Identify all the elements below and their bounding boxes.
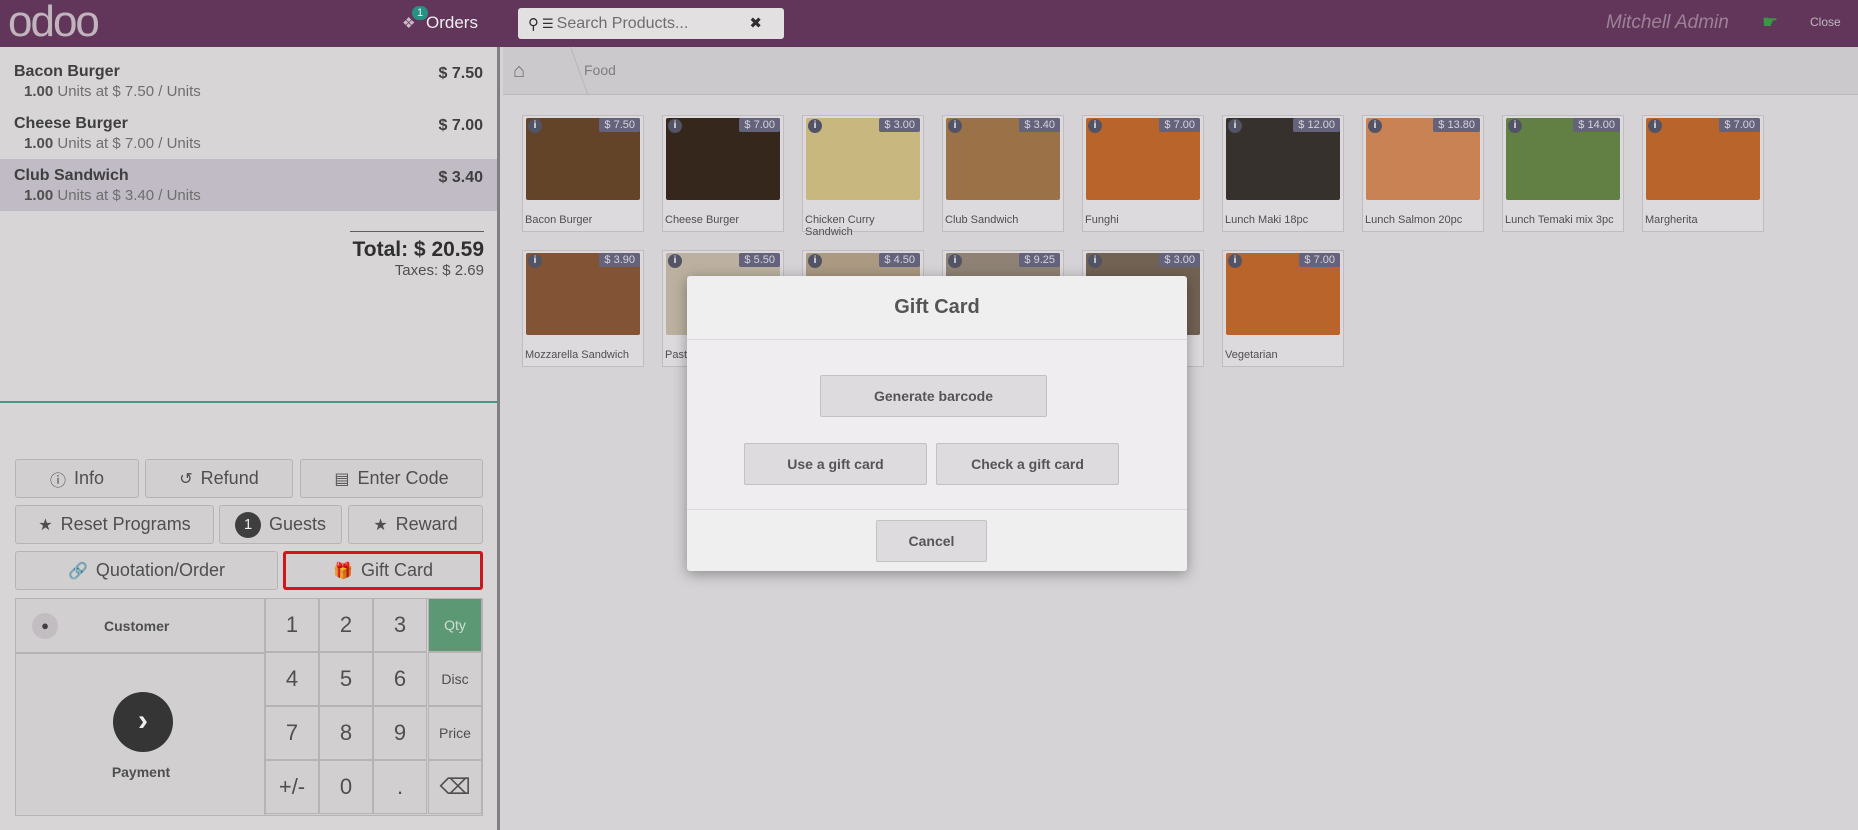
use-gift-card-button[interactable]: Use a gift card: [744, 443, 927, 485]
gift-card-dialog: Gift Card Generate barcode Use a gift ca…: [687, 276, 1187, 571]
dialog-body: Generate barcode Use a gift card Check a…: [687, 340, 1187, 510]
generate-barcode-button[interactable]: Generate barcode: [820, 375, 1047, 417]
dialog-title: Gift Card: [687, 276, 1187, 340]
check-gift-card-button[interactable]: Check a gift card: [936, 443, 1119, 485]
cancel-button[interactable]: Cancel: [876, 520, 987, 562]
